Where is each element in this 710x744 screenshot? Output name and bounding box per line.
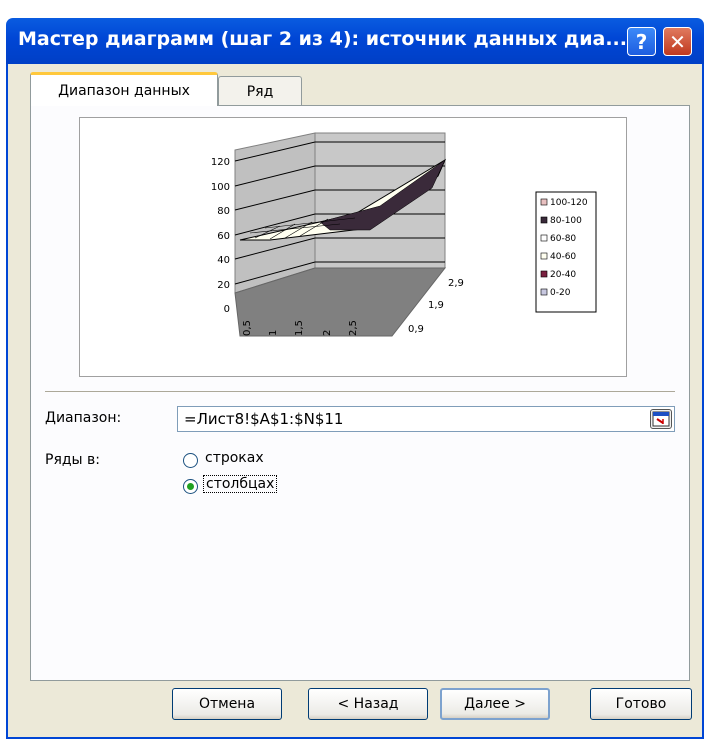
columns-radio-label[interactable]: столбцах — [203, 475, 278, 493]
x-tick-label: 1 — [268, 330, 279, 336]
chart-preview: 120 100 80 60 40 20 0 0,5 1 1,5 2 2,5 2,… — [79, 117, 627, 377]
back-left-wall — [234, 132, 316, 294]
tab-panel: 120 100 80 60 40 20 0 0,5 1 1,5 2 2,5 2,… — [30, 105, 690, 681]
legend-swatch — [540, 252, 548, 260]
finish-button[interactable]: Готово — [590, 688, 692, 720]
surface-chart: 120 100 80 60 40 20 0 0,5 1 1,5 2 2,5 2,… — [211, 132, 597, 337]
legend-label: 80-100 — [550, 216, 582, 226]
z-tick-label: 40 — [217, 255, 230, 266]
x-tick-label: 1,5 — [294, 320, 305, 336]
legend-swatch — [540, 216, 548, 224]
range-select-icon — [652, 411, 670, 427]
title-bar: Мастер диаграмм (шаг 2 из 4): источник д… — [6, 18, 704, 64]
legend-label: 60-80 — [550, 234, 576, 244]
legend-label: 100-120 — [550, 198, 588, 208]
legend-swatch — [540, 198, 548, 206]
radio-selected-dot — [187, 483, 194, 490]
legend-swatch — [540, 288, 548, 296]
z-tick-label: 100 — [211, 182, 230, 193]
window-title: Мастер диаграмм (шаг 2 из 4): источник д… — [18, 28, 627, 50]
range-label: Диапазон: — [45, 410, 122, 426]
x-tick-label: 2 — [322, 330, 333, 336]
z-tick-label: 80 — [217, 206, 230, 217]
legend-label: 20-40 — [550, 270, 576, 280]
legend-label: 0-20 — [550, 288, 571, 298]
legend-label: 40-60 — [550, 252, 576, 262]
rows-radio[interactable] — [183, 453, 198, 468]
back-button[interactable]: < Назад — [308, 688, 428, 720]
rows-radio-label[interactable]: строках — [205, 450, 264, 466]
tab-data-range[interactable]: Диапазон данных — [30, 72, 218, 106]
y-tick-label: 1,9 — [428, 300, 444, 311]
y-tick-label: 2,9 — [448, 278, 464, 289]
range-input[interactable]: =Лист8!$A$1:$N$11 — [177, 406, 675, 432]
series-in-label: Ряды в: — [45, 452, 101, 468]
cancel-button[interactable]: Отмена — [172, 688, 282, 720]
tab-series[interactable]: Ряд — [218, 76, 302, 106]
columns-radio[interactable] — [183, 479, 198, 494]
y-tick-label: 0,9 — [408, 324, 424, 335]
close-button[interactable]: ✕ — [663, 27, 692, 56]
separator — [45, 391, 675, 392]
legend-swatch — [540, 234, 548, 242]
legend-swatch — [540, 270, 548, 278]
z-tick-label: 0 — [224, 304, 230, 315]
range-value: =Лист8!$A$1:$N$11 — [184, 410, 344, 428]
collapse-dialog-button[interactable] — [650, 409, 672, 429]
z-tick-label: 60 — [217, 231, 230, 242]
chart-wizard-dialog: Диапазон данных Ряд 120 100 80 60 40 20 … — [6, 64, 704, 739]
z-tick-label: 20 — [217, 280, 230, 291]
help-button[interactable]: ? — [627, 27, 656, 56]
next-button[interactable]: Далее > — [440, 688, 550, 720]
x-tick-label: 0,5 — [242, 320, 253, 336]
z-tick-label: 120 — [211, 157, 230, 168]
x-tick-label: 2,5 — [348, 320, 359, 336]
